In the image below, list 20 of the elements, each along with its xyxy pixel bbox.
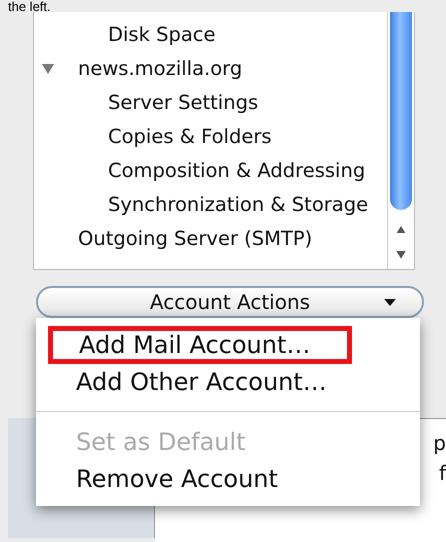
menu-item[interactable]: Remove Account: [36, 461, 420, 498]
tree-item[interactable]: Outgoing Server (SMTP): [78, 226, 312, 250]
menu-item[interactable]: Add Other Account…: [36, 364, 420, 401]
tree-item[interactable]: Synchronization & Storage: [108, 192, 368, 216]
menu-item[interactable]: Add Mail Account…: [48, 326, 352, 364]
scrollbar[interactable]: [387, 12, 414, 269]
tree-item[interactable]: Disk Space: [108, 22, 216, 46]
account-actions-button[interactable]: Account Actions: [36, 286, 424, 318]
tree-item[interactable]: Server Settings: [108, 90, 258, 114]
tree-item[interactable]: news.mozilla.org: [78, 56, 242, 80]
tree-item[interactable]: Copies & Folders: [108, 124, 272, 148]
partial-text: p: [433, 431, 446, 455]
scroll-up-icon[interactable]: [396, 226, 406, 234]
scrollbar-thumb[interactable]: [390, 12, 412, 210]
disclosure-triangle-icon[interactable]: [42, 62, 54, 74]
tree-item[interactable]: Composition & Addressing: [108, 158, 366, 182]
caption-text: the left.: [7, 0, 52, 12]
partial-text: f: [438, 461, 446, 485]
scroll-down-icon[interactable]: [396, 251, 406, 259]
caret-icon: [384, 298, 396, 306]
